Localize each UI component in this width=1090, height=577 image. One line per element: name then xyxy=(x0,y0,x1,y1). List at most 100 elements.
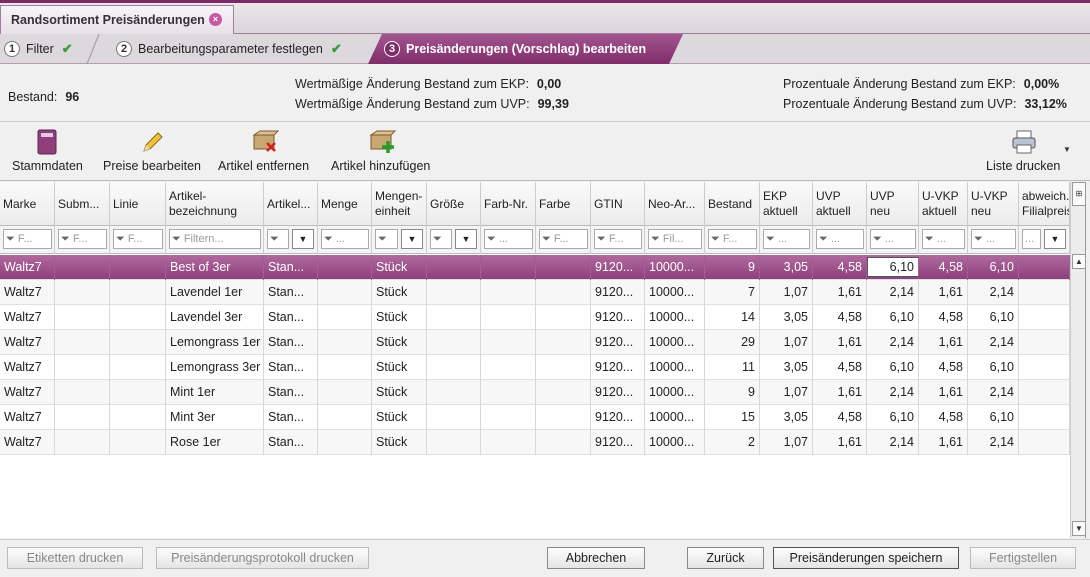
filter-cell: ⏷... xyxy=(760,226,813,254)
artikel-hinzufuegen-button[interactable]: Artikel hinzufügen xyxy=(331,129,430,173)
filter-funnel-icon: ⏷ xyxy=(270,232,279,245)
table-row[interactable]: Waltz7 Lemongrass 1er Stan... Stück 9120... 1… xyxy=(0,330,1070,355)
column-header[interactable]: GTIN xyxy=(591,182,645,226)
filter-input[interactable]: ⏷ F... xyxy=(708,229,757,249)
filter-input[interactable]: ... xyxy=(1022,229,1041,249)
column-header[interactable]: Artikel... xyxy=(264,182,318,226)
step-filter[interactable]: 1 Filter ✔ xyxy=(4,34,73,64)
filter-dropdown-icon[interactable]: ▼ xyxy=(455,229,477,249)
table-row[interactable]: Waltz7 Lavendel 3er Stan... Stück 9120... 100… xyxy=(0,305,1070,330)
table-cell xyxy=(427,330,481,355)
table-cell: 9120... xyxy=(591,405,645,430)
filter-funnel-icon: ⏷ xyxy=(974,232,983,245)
fertigstellen-button[interactable]: Fertigstellen xyxy=(970,547,1076,569)
filter-input[interactable]: ⏷ F... xyxy=(539,229,588,249)
table-cell: 1,61 xyxy=(919,280,968,305)
column-header[interactable]: Subm... xyxy=(55,182,110,226)
etiketten-drucken-button[interactable]: Etiketten drucken xyxy=(7,547,143,569)
filter-placeholder: F... xyxy=(127,233,143,245)
filter-input[interactable]: ⏷ F... xyxy=(58,229,107,249)
filter-cell: ⏷ F... xyxy=(591,226,645,254)
table-cell xyxy=(481,305,536,330)
filter-input[interactable]: ⏷... xyxy=(816,229,864,249)
scroll-down-arrow-icon[interactable]: ▼ xyxy=(1072,521,1085,536)
table-cell xyxy=(481,405,536,430)
table-cell xyxy=(55,280,110,305)
column-header[interactable]: Mengen- einheit xyxy=(372,182,427,226)
column-header[interactable]: UVP aktuell xyxy=(813,182,867,226)
close-tab-icon[interactable]: × xyxy=(209,13,222,26)
filter-input[interactable]: ⏷... xyxy=(971,229,1016,249)
filter-input[interactable]: ⏷ F... xyxy=(113,229,163,249)
document-tab[interactable]: Randsortiment Preisänderungen × xyxy=(0,5,234,34)
column-header[interactable]: Neo-Ar... xyxy=(645,182,705,226)
table-row[interactable]: Waltz7 Lavendel 1er Stan... Stück 9120... 100… xyxy=(0,280,1070,305)
table-cell: 1,61 xyxy=(919,330,968,355)
filter-input[interactable]: ⏷... xyxy=(321,229,369,249)
column-header[interactable]: Marke xyxy=(0,182,55,226)
table-cell[interactable]: 2,14 xyxy=(867,330,919,355)
scroll-up-arrow-icon[interactable]: ▲ xyxy=(1072,254,1085,269)
table-cell[interactable]: 6,10 xyxy=(867,405,919,430)
table-cell[interactable]: 2,14 xyxy=(867,280,919,305)
uvp-neu-edit-cell[interactable]: 6,10 xyxy=(867,257,919,277)
table-cell[interactable]: 2,14 xyxy=(867,380,919,405)
filter-input[interactable]: ⏷... xyxy=(763,229,810,249)
stammdaten-button[interactable]: Stammdaten xyxy=(12,129,83,173)
column-header[interactable]: U-VKP aktuell xyxy=(919,182,968,226)
table-cell: Stück xyxy=(372,330,427,355)
column-header[interactable]: abweich. Filialpreis xyxy=(1019,182,1070,226)
column-header[interactable]: Farb-Nr. xyxy=(481,182,536,226)
table-cell xyxy=(536,430,591,455)
filter-input[interactable]: ⏷ Filtern... xyxy=(169,229,261,249)
filter-input[interactable]: ⏷... xyxy=(922,229,965,249)
protokoll-drucken-button[interactable]: Preisänderungsprotokoll drucken xyxy=(156,547,369,569)
preise-bearbeiten-button[interactable]: Preise bearbeiten xyxy=(103,129,201,173)
filter-input[interactable]: ⏷ xyxy=(375,229,398,249)
filter-input[interactable]: ⏷ xyxy=(267,229,289,249)
table-cell[interactable]: 6,10 xyxy=(867,355,919,380)
column-header[interactable]: EKP aktuell xyxy=(760,182,813,226)
zurueck-button[interactable]: Zurück xyxy=(687,547,764,569)
liste-drucken-button[interactable]: Liste drucken xyxy=(986,129,1060,173)
table-row[interactable]: Waltz7 Lemongrass 3er Stan... Stück 9120... 1… xyxy=(0,355,1070,380)
column-header[interactable]: Artikel- bezeichnung xyxy=(166,182,264,226)
abbrechen-button[interactable]: Abbrechen xyxy=(547,547,645,569)
column-header[interactable]: Bestand xyxy=(705,182,760,226)
speichern-button[interactable]: Preisänderungen speichern xyxy=(773,547,959,569)
filter-dropdown-icon[interactable]: ▼ xyxy=(401,229,423,249)
column-chooser-icon[interactable]: ⊞ xyxy=(1072,182,1085,206)
step-bearbeitungsparameter[interactable]: 2 Bearbeitungsparameter festlegen ✔ xyxy=(116,34,342,64)
vertical-scrollbar[interactable]: ⊞ ▲ ▼ xyxy=(1070,182,1085,538)
table-cell: 1,61 xyxy=(813,330,867,355)
column-header[interactable]: Farbe xyxy=(536,182,591,226)
table-row[interactable]: Waltz7 Mint 3er Stan... Stück 9120... 10000..… xyxy=(0,405,1070,430)
table-cell xyxy=(536,280,591,305)
column-header[interactable]: Linie xyxy=(110,182,166,226)
filter-dropdown-icon[interactable]: ▼ xyxy=(1044,229,1066,249)
book-icon xyxy=(35,129,59,155)
filter-input[interactable]: ⏷... xyxy=(870,229,916,249)
table-cell[interactable]: 2,14 xyxy=(867,430,919,455)
filter-input[interactable]: ⏷ Fil... xyxy=(648,229,702,249)
column-header[interactable]: UVP neu xyxy=(867,182,919,226)
column-header[interactable]: U-VKP neu xyxy=(968,182,1019,226)
chevron-down-icon[interactable]: ▼ xyxy=(1063,145,1071,154)
filter-input[interactable]: ⏷ F... xyxy=(594,229,642,249)
table-row[interactable]: Waltz7 Best of 3er Stan... Stück 9120... 1000… xyxy=(0,255,1070,280)
artikel-entfernen-button[interactable]: Artikel entfernen xyxy=(218,129,309,173)
filter-input[interactable]: ⏷ xyxy=(430,229,452,249)
table-cell: 9 xyxy=(705,380,760,405)
filter-input[interactable]: ⏷ F... xyxy=(3,229,52,249)
table-row[interactable]: Waltz7 Rose 1er Stan... Stück 9120... 10000..… xyxy=(0,430,1070,455)
column-header[interactable]: Größe xyxy=(427,182,481,226)
table-cell: Stück xyxy=(372,280,427,305)
table-cell: 10000... xyxy=(645,280,705,305)
table-cell xyxy=(1019,430,1070,455)
table-cell[interactable]: 6,10 xyxy=(867,305,919,330)
filter-input[interactable]: ⏷... xyxy=(484,229,533,249)
step-preisaenderungen[interactable]: 3 Preisänderungen (Vorschlag) bearbeiten xyxy=(384,34,646,64)
table-row[interactable]: Waltz7 Mint 1er Stan... Stück 9120... 10000..… xyxy=(0,380,1070,405)
column-header[interactable]: Menge xyxy=(318,182,372,226)
filter-dropdown-icon[interactable]: ▼ xyxy=(292,229,314,249)
